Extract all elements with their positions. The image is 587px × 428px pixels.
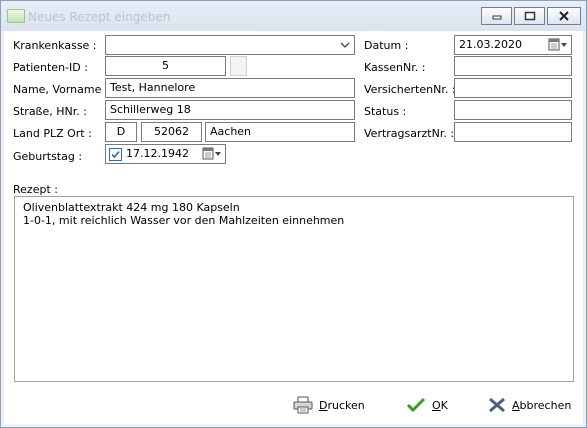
datum-value: 21.03.2020: [459, 38, 522, 51]
kassennr-field[interactable]: [454, 56, 572, 76]
ok-label-mnemonic: O: [432, 398, 441, 412]
name-field[interactable]: Test, Hannelore: [105, 78, 355, 98]
status-label: Status :: [364, 105, 407, 118]
minimize-button[interactable]: [481, 7, 512, 25]
krankenkasse-label: Krankenkasse :: [13, 39, 97, 52]
abbrechen-label-mnemonic: A: [512, 398, 520, 412]
rezept-line: Olivenblattextrakt 424 mg 180 Kapseln: [23, 201, 240, 214]
rezept-textarea[interactable]: Olivenblattextrakt 424 mg 180 Kapseln 1-…: [14, 196, 574, 382]
window-controls: [481, 7, 581, 25]
rezept-line: 1-0-1, mit reichlich Wasser vor den Mahl…: [23, 214, 345, 227]
strasse-field[interactable]: Schillerweg 18: [105, 100, 355, 120]
window-title: Neues Rezept eingeben: [28, 10, 171, 24]
check-icon: [406, 397, 426, 413]
calendar-icon[interactable]: [202, 147, 222, 161]
rezept-label: Rezept :: [13, 183, 58, 196]
ok-label: K: [440, 398, 448, 412]
krankenkasse-select[interactable]: [105, 35, 355, 55]
drucken-label: rucken: [327, 398, 365, 412]
maximize-button[interactable]: [514, 7, 545, 25]
ort-label: Land PLZ Ort :: [13, 127, 92, 140]
close-icon: [559, 11, 569, 21]
new-prescription-window: Neues Rezept eingeben Krankenkasse : Pat…: [0, 0, 587, 428]
patienten-id-lookup-button[interactable]: [230, 56, 247, 76]
minimize-icon: [492, 15, 501, 20]
strasse-label: Straße, HNr. :: [13, 105, 87, 118]
status-field[interactable]: [454, 100, 572, 120]
plz-field[interactable]: 52062: [141, 122, 202, 142]
calendar-icon[interactable]: [548, 38, 568, 52]
land-field[interactable]: D: [105, 122, 137, 142]
geburtstag-label: Geburtstag :: [13, 150, 83, 163]
name-label: Name, Vorname :: [13, 83, 109, 96]
app-icon: [7, 9, 25, 23]
patienten-id-label: Patienten-ID :: [13, 61, 88, 74]
form-area: Krankenkasse : Patienten-ID : 5 Name, Vo…: [4, 31, 583, 424]
cross-icon: [489, 397, 505, 413]
datum-label: Datum :: [364, 39, 409, 52]
versichertennr-label: VersichertenNr. :: [364, 83, 456, 96]
chevron-down-icon: [340, 42, 350, 48]
geburtstag-value: 17.12.1942: [126, 147, 189, 160]
title-bar: Neues Rezept eingeben: [1, 1, 586, 31]
kassennr-label: KassenNr. :: [364, 61, 426, 74]
versichertennr-field[interactable]: [454, 78, 572, 98]
maximize-icon: [524, 11, 535, 21]
abbrechen-button[interactable]: Abbrechen: [488, 393, 571, 417]
vertragsarztnr-label: VertragsarztNr. :: [364, 127, 455, 140]
drucken-button[interactable]: Drucken: [293, 393, 365, 417]
checkbox-checked-icon[interactable]: [109, 148, 122, 161]
abbrechen-label: bbrechen: [519, 398, 572, 412]
vertragsarztnr-field[interactable]: [454, 122, 572, 142]
patienten-id-field[interactable]: 5: [105, 56, 226, 76]
geburtstag-picker[interactable]: 17.12.1942: [105, 144, 226, 164]
close-button[interactable]: [547, 7, 581, 25]
printer-icon: [293, 396, 313, 414]
ort-field[interactable]: Aachen: [205, 122, 355, 142]
datum-picker[interactable]: 21.03.2020: [454, 35, 572, 55]
ok-button[interactable]: OK: [406, 393, 448, 417]
